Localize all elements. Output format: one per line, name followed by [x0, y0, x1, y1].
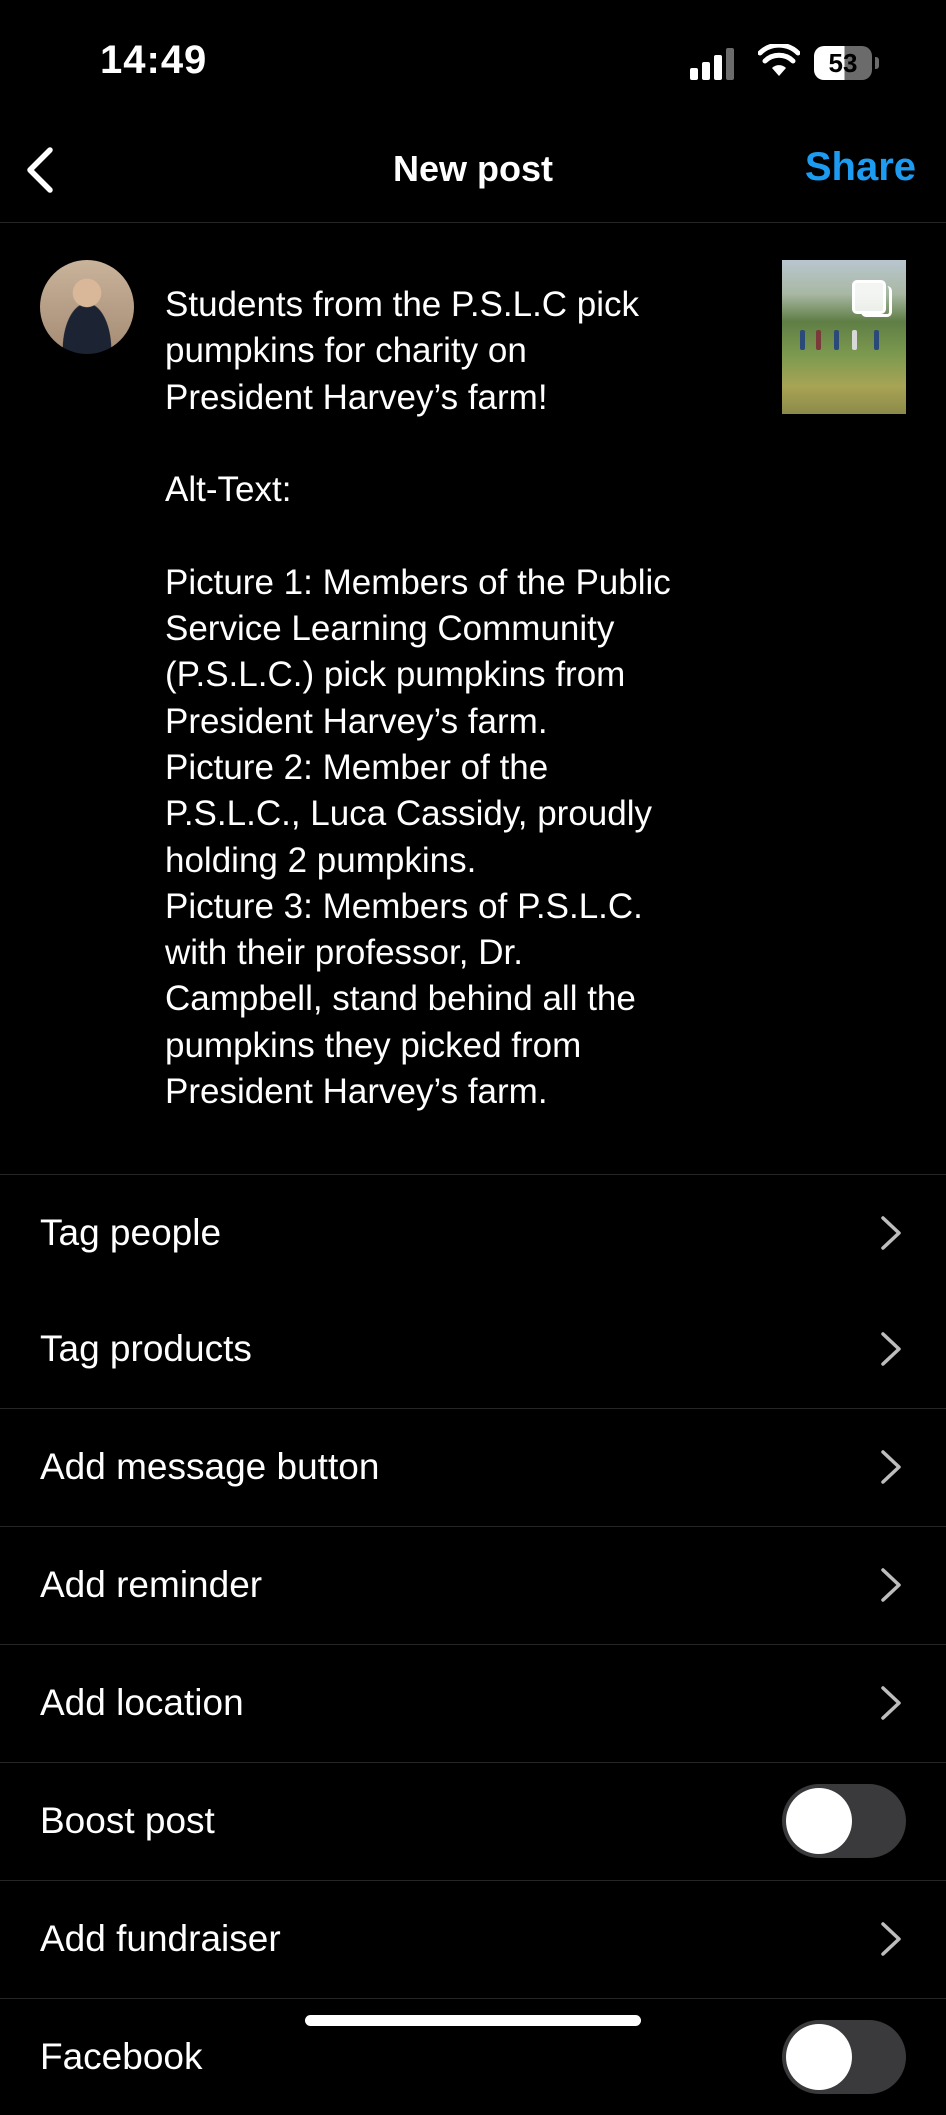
- post-thumbnail[interactable]: [782, 260, 906, 414]
- add-fundraiser-row[interactable]: Add fundraiser: [0, 1881, 946, 1997]
- boost-post-toggle[interactable]: [782, 1784, 906, 1858]
- wifi-icon: [758, 44, 800, 76]
- home-indicator: [305, 2015, 641, 2026]
- caption-input[interactable]: Students from the P.S.L.C pick pumpkins …: [165, 282, 765, 1115]
- battery-icon: 53: [814, 46, 880, 80]
- chevron-right-icon: [881, 1450, 901, 1484]
- header-bar: New post Share: [0, 118, 946, 223]
- toggle-knob: [786, 1788, 852, 1854]
- chevron-right-icon: [881, 1216, 901, 1250]
- boost-post-label: Boost post: [40, 1800, 215, 1841]
- add-location-row[interactable]: Add location: [0, 1645, 946, 1761]
- chevron-right-icon: [881, 1922, 901, 1956]
- chevron-right-icon: [881, 1568, 901, 1602]
- chevron-right-icon: [881, 1332, 901, 1366]
- avatar: [40, 260, 134, 354]
- status-bar: 14:49 53: [0, 0, 946, 118]
- toggle-knob: [786, 2024, 852, 2090]
- add-location-label: Add location: [40, 1682, 244, 1723]
- add-fundraiser-label: Add fundraiser: [40, 1918, 281, 1959]
- facebook-label: Facebook: [40, 2036, 203, 2077]
- battery-level: 53: [828, 48, 858, 78]
- add-message-button-row[interactable]: Add message button: [0, 1409, 946, 1525]
- cellular-signal-icon: [690, 48, 738, 80]
- tag-products-row[interactable]: Tag products: [0, 1291, 946, 1407]
- tag-products-label: Tag products: [40, 1328, 252, 1369]
- add-reminder-label: Add reminder: [40, 1564, 263, 1605]
- facebook-toggle[interactable]: [782, 2020, 906, 2094]
- tag-people-row[interactable]: Tag people: [0, 1175, 946, 1291]
- share-button[interactable]: Share: [805, 145, 916, 190]
- carousel-icon: [852, 280, 886, 314]
- add-message-button-label: Add message button: [40, 1446, 380, 1487]
- boost-post-row: Boost post: [0, 1763, 946, 1879]
- status-time: 14:49: [100, 38, 208, 82]
- chevron-right-icon: [881, 1686, 901, 1720]
- tag-people-label: Tag people: [40, 1212, 222, 1253]
- add-reminder-row[interactable]: Add reminder: [0, 1527, 946, 1643]
